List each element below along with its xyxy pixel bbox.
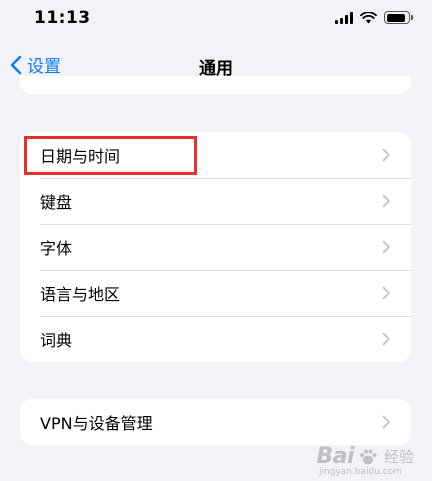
status-bar: 11:13: [0, 0, 432, 40]
settings-group-1: 日期与时间 键盘 字体 语言与地区 词典: [20, 132, 411, 362]
chevron-right-icon: [382, 286, 390, 300]
settings-row-keyboard[interactable]: 键盘: [20, 178, 411, 224]
status-icons: [335, 11, 413, 24]
watermark-suffix: 经验: [383, 448, 414, 466]
settings-general-screen: 11:13 设置 通用 日期与时间 键盘 字体 语言与地区 词典 VPN与设备管…: [0, 0, 432, 481]
settings-row-date-time[interactable]: 日期与时间: [20, 132, 411, 178]
settings-group-2: VPN与设备管理: [20, 399, 411, 445]
chevron-right-icon: [382, 415, 390, 429]
chevron-right-icon: [382, 240, 390, 254]
row-label: VPN与设备管理: [40, 414, 153, 433]
row-label: 字体: [40, 239, 73, 258]
cellular-signal-icon: [335, 11, 353, 24]
row-label: 键盘: [40, 193, 73, 212]
wifi-icon: [360, 11, 377, 23]
settings-row-vpn-device-management[interactable]: VPN与设备管理: [20, 399, 411, 445]
previous-group-card: [20, 76, 411, 94]
paw-icon: [359, 449, 377, 464]
watermark: Bai 经验: [316, 444, 414, 469]
battery-icon: [384, 11, 413, 24]
row-label: 语言与地区: [40, 285, 121, 304]
watermark-url: jingyan.baidu.com: [318, 467, 402, 477]
watermark-brand: Bai: [316, 444, 354, 469]
status-time: 11:13: [34, 8, 91, 28]
chevron-right-icon: [382, 148, 390, 162]
row-label: 词典: [40, 331, 73, 350]
settings-row-language-region[interactable]: 语言与地区: [20, 270, 411, 316]
chevron-right-icon: [382, 332, 390, 346]
chevron-right-icon: [382, 194, 390, 208]
settings-row-dictionary[interactable]: 词典: [20, 316, 411, 362]
settings-row-fonts[interactable]: 字体: [20, 224, 411, 270]
row-label: 日期与时间: [40, 147, 121, 166]
